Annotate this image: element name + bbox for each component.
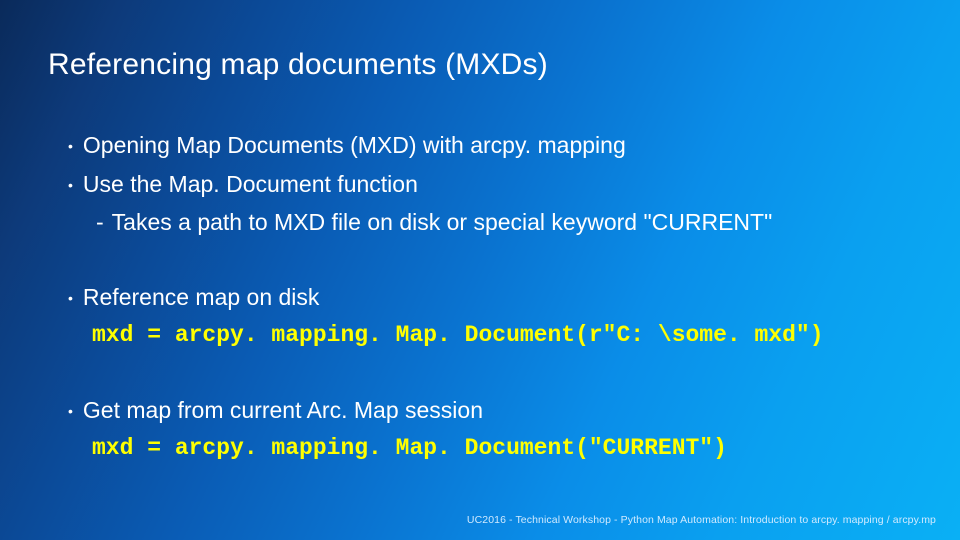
bullet-text: Use the Map. Document function [83,167,912,202]
bullet-icon: • [68,175,73,196]
footer-text: UC2016 - Technical Workshop - Python Map… [467,514,936,526]
bullet-group: • Reference map on disk mxd = arcpy. map… [68,280,912,353]
code-line: mxd = arcpy. mapping. Map. Document(r"C:… [68,318,912,353]
slide-title: Referencing map documents (MXDs) [48,48,912,82]
bullet-icon: • [68,401,73,422]
sub-bullet-text: Takes a path to MXD file on disk or spec… [112,205,773,240]
slide-content: • Opening Map Documents (MXD) with arcpy… [48,128,912,466]
bullet-text: Get map from current Arc. Map session [83,393,912,428]
sub-bullet: - Takes a path to MXD file on disk or sp… [68,205,912,240]
bullet-item: • Opening Map Documents (MXD) with arcpy… [68,128,912,163]
bullet-group: • Get map from current Arc. Map session … [68,393,912,466]
code-line: mxd = arcpy. mapping. Map. Document("CUR… [68,431,912,466]
dash-icon: - [96,205,104,240]
bullet-text: Reference map on disk [83,280,912,315]
slide: Referencing map documents (MXDs) • Openi… [0,0,960,540]
bullet-icon: • [68,288,73,309]
bullet-item: • Use the Map. Document function [68,167,912,202]
bullet-text: Opening Map Documents (MXD) with arcpy. … [83,128,912,163]
bullet-item: • Reference map on disk [68,280,912,315]
bullet-item: • Get map from current Arc. Map session [68,393,912,428]
bullet-icon: • [68,136,73,157]
